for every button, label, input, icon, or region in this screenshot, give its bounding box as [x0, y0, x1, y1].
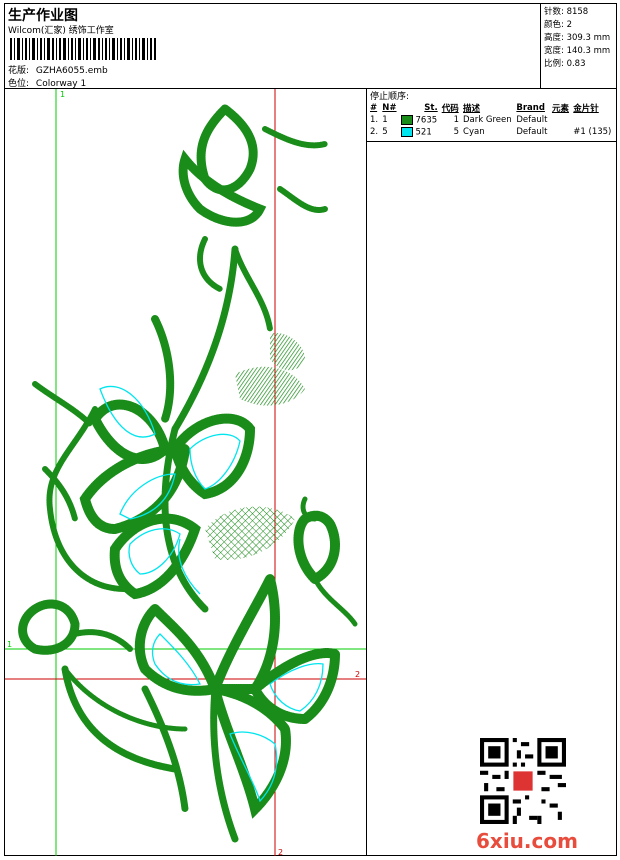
- guide-label-h1: 1: [7, 640, 12, 649]
- col-header: #: [370, 102, 378, 113]
- col-header: St.: [424, 102, 438, 113]
- code-cell: 1: [453, 115, 460, 125]
- col-header: 金片针: [573, 103, 599, 114]
- table-row: 1. 1 7635 1 Dark Green Default: [368, 114, 614, 126]
- col-header: 代码: [441, 103, 459, 114]
- col-header: 元素: [551, 103, 569, 114]
- color-swatch: [400, 114, 413, 125]
- embroidery-preview: 1 1 2 2: [5, 89, 366, 856]
- stop-sequence-table: # N# St. 代码 描述 Brand 元素 金片针 1. 1 7635 1 …: [368, 101, 614, 138]
- table-row: 2. 5 521 5 Cyan Default #1 (135): [368, 126, 614, 138]
- needle-number: 1: [382, 115, 388, 125]
- table-header-row: # N# St. 代码 描述 Brand 元素 金片针: [368, 101, 614, 114]
- stitch-value: 521: [415, 127, 432, 138]
- stitch-cell: 7635: [399, 114, 440, 126]
- sequin-cell: #1 (135): [573, 127, 612, 137]
- needle-number: 5: [382, 127, 388, 137]
- leaf-crosshatch: [205, 506, 295, 560]
- leaf-hatched: [235, 366, 305, 406]
- col-header: Brand: [516, 102, 545, 113]
- desc-cell: Cyan: [463, 127, 485, 137]
- guide-label-h2: 2: [355, 670, 360, 679]
- stitch-cell: 521: [399, 126, 440, 138]
- design-file: 花版: GZHA6055.emb: [8, 63, 108, 76]
- stitch-value: 7635: [415, 115, 438, 126]
- elem-cell: [550, 114, 571, 126]
- row-number: 1.: [370, 115, 379, 125]
- embroidery-design: [18, 103, 358, 843]
- panel-divider: [366, 88, 367, 856]
- brand-cell: Default: [516, 127, 548, 137]
- design-value: GZHA6055.emb: [35, 66, 108, 76]
- design-scale: 比例: 0.83: [544, 59, 586, 69]
- col-header: 描述: [463, 103, 481, 114]
- desc-cell: Dark Green: [463, 115, 512, 125]
- guide-label-v1: 1: [60, 90, 65, 99]
- stitch-count: 针数: 8158: [544, 7, 589, 17]
- code-cell: 5: [453, 127, 460, 137]
- design-stats: 针数: 8158 颜色: 2 高度: 309.3 mm 宽度: 140.3 mm…: [540, 3, 617, 89]
- table-divider: [366, 141, 617, 142]
- row-number: 2.: [370, 127, 379, 137]
- color-swatch: [400, 126, 413, 137]
- header-info: 生产作业图 Wilcom(汇家) 绣饰工作室 花版: GZHA6055.emb …: [4, 3, 540, 89]
- guide-label-v2: 2: [278, 848, 283, 856]
- color-count: 颜色: 2: [544, 20, 572, 30]
- sequin-cell: [571, 114, 614, 126]
- col-header: N#: [382, 102, 397, 113]
- design-label: 花版:: [8, 66, 30, 76]
- design-width: 宽度: 140.3 mm: [544, 46, 611, 56]
- brand-cell: Default: [516, 115, 548, 125]
- site-logo[interactable]: 6xiu.com: [476, 829, 578, 853]
- page-title: 生产作业图: [8, 8, 78, 24]
- qr-code-icon: [480, 738, 566, 824]
- design-height: 高度: 309.3 mm: [544, 33, 611, 43]
- leaf-hatched: [270, 333, 305, 371]
- barcode-icon: [10, 38, 156, 60]
- studio-name: Wilcom(汇家) 绣饰工作室: [8, 26, 114, 36]
- elem-cell: [550, 126, 571, 138]
